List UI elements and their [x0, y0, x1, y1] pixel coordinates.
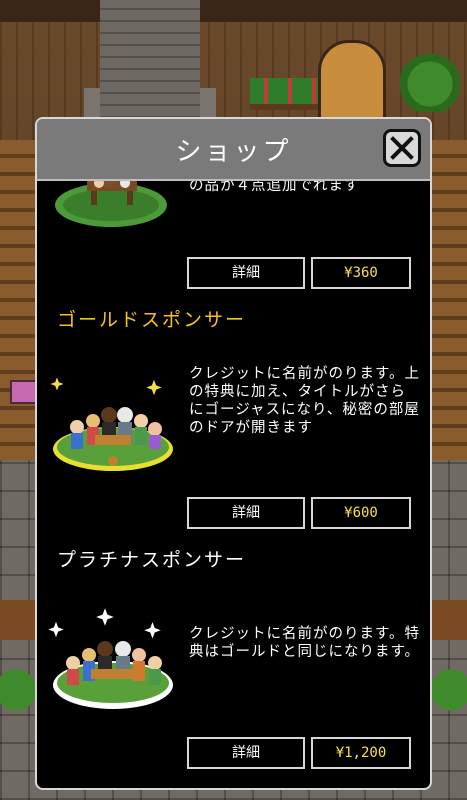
potted-plant-left — [0, 650, 40, 730]
flower-shelf — [250, 78, 320, 110]
potted-plant — [400, 42, 460, 112]
item-art-gold — [47, 375, 179, 475]
shop-header: ショップ — [37, 119, 430, 181]
item-description: クレジットに名前がのります。特典はゴールドと同じになります。 — [189, 626, 421, 660]
buy-price-button[interactable]: ¥360 — [311, 257, 411, 289]
potted-plant-right — [427, 650, 467, 730]
item-title-platinum: プラチナスポンサー — [57, 549, 247, 571]
detail-button[interactable]: 詳細 — [187, 257, 305, 289]
item-description: クレジットに名前がのります。上の特典に加え、タイトルがさらにゴージャスになり、秘… — [189, 366, 421, 436]
right-bench — [427, 600, 467, 640]
close-x-icon — [390, 136, 414, 160]
detail-button[interactable]: 詳細 — [187, 737, 305, 769]
buy-price-button[interactable]: ¥1,200 — [311, 737, 411, 769]
item-art-platinum — [47, 605, 179, 715]
close-button[interactable] — [383, 129, 421, 167]
left-stairs — [0, 140, 40, 460]
shop-dialog: ショップ の品か４点追加でれます 詳細 ¥360 ゴールドスポンサー クレジット… — [35, 117, 432, 790]
item-description: の品か４点追加でれます — [189, 181, 360, 194]
left-bench — [0, 600, 40, 640]
item-art-basic — [47, 181, 177, 231]
roof-beam — [0, 0, 467, 22]
item-title-gold: ゴールドスポンサー — [57, 309, 247, 331]
detail-button[interactable]: 詳細 — [187, 497, 305, 529]
shop-item-list[interactable]: の品か４点追加でれます 詳細 ¥360 ゴールドスポンサー クレジットに名前がの… — [37, 181, 430, 788]
buy-price-button[interactable]: ¥600 — [311, 497, 411, 529]
right-stairs — [427, 140, 467, 460]
shop-title: ショップ — [175, 137, 292, 167]
